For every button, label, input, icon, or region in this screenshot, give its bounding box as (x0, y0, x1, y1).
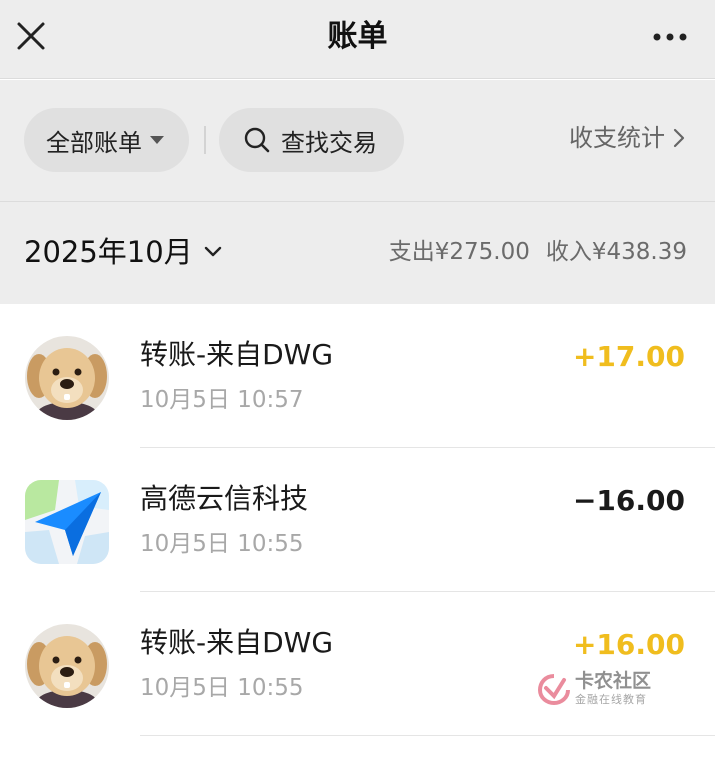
chevron-right-icon (673, 128, 685, 148)
income-expense-stats-link[interactable]: 收支统计 (569, 120, 685, 156)
dog-avatar (25, 624, 109, 708)
filter-bar: 全部账单 查找交易 收支统计 (0, 80, 715, 201)
transaction-name: 转账-来自DWG (140, 626, 334, 659)
all-bills-dropdown[interactable]: 全部账单 (24, 108, 189, 172)
caret-down-icon (150, 136, 164, 144)
transaction-row[interactable]: 转账-来自DWG 10月5日 10:55 +16.00 (0, 592, 715, 736)
month-bar: 2025年10月 支出¥275.00 收入¥438.39 (0, 201, 715, 304)
income-summary: 收入¥438.39 (545, 239, 687, 265)
transaction-time: 10月5日 10:55 (140, 531, 304, 557)
watermark: 卡农社区 金融在线教育 (537, 670, 667, 710)
transaction-time: 10月5日 10:55 (140, 675, 304, 701)
transaction-amount: +17.00 (572, 340, 685, 373)
watermark-logo-icon (537, 674, 570, 706)
month-label: 2025年10月 (24, 235, 193, 269)
expense-summary: 支出¥275.00 (388, 239, 530, 265)
transaction-name: 高德云信科技 (140, 482, 309, 515)
filter-divider (204, 126, 206, 154)
transaction-name: 转账-来自DWG (140, 338, 334, 371)
transaction-time: 10月5日 10:57 (140, 387, 304, 413)
month-summary: 支出¥275.00 收入¥438.39 (389, 236, 687, 268)
transaction-row[interactable]: 转账-来自DWG 10月5日 10:57 +17.00 (0, 304, 715, 448)
row-divider (140, 735, 715, 736)
top-bar: 账单 (0, 0, 715, 79)
more-icon[interactable] (645, 20, 695, 54)
stats-label: 收支统计 (569, 124, 665, 152)
search-transactions-button[interactable]: 查找交易 (219, 108, 404, 172)
search-icon (244, 127, 270, 153)
all-bills-label: 全部账单 (46, 128, 142, 157)
chevron-down-icon (204, 246, 221, 257)
month-selector[interactable]: 2025年10月 (24, 232, 223, 272)
watermark-title: 卡农社区 (575, 670, 652, 692)
transaction-amount: −16.00 (572, 484, 685, 517)
transaction-amount: +16.00 (572, 628, 685, 661)
page-title: 账单 (327, 19, 388, 54)
dog-avatar (25, 336, 109, 420)
amap-logo (25, 480, 109, 564)
watermark-subtitle: 金融在线教育 (575, 693, 647, 706)
transaction-row[interactable]: 高德云信科技 10月5日 10:55 −16.00 (0, 448, 715, 592)
search-label: 查找交易 (281, 128, 377, 157)
